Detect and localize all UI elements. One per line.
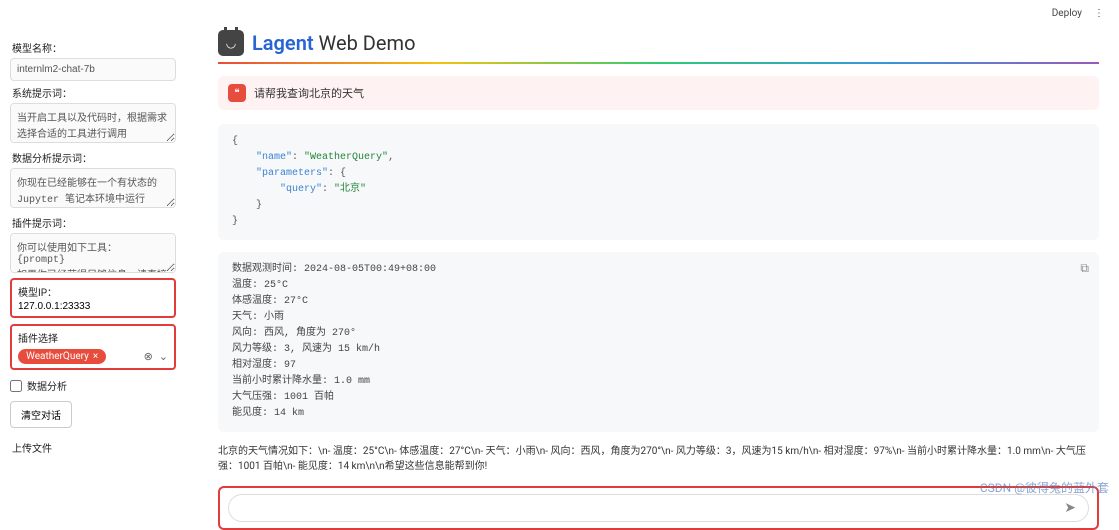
res-line: 数据观测时间: 2024-08-05T00:49+08:00 [232,262,1085,278]
res-line: 风力等级: 3, 风速为 15 km/h [232,342,1085,358]
page-title: Lagent Web Demo [252,31,415,55]
model-ip-box: 模型IP： [10,278,176,318]
da-checkbox[interactable] [10,380,22,392]
res-line: 天气: 小雨 [232,310,1085,326]
upload-label: 上传文件 [12,440,176,455]
send-icon[interactable]: ➤ [1064,500,1076,516]
da-prompt-label: 数据分析提示词： [12,150,176,165]
user-message-text: 请帮我查询北京的天气 [254,85,364,101]
chat-input-container: ➤ [218,486,1099,530]
model-name-input[interactable] [10,58,176,81]
chevron-down-icon[interactable]: ⌄ [159,350,168,363]
res-line: 能见度: 14 km [232,406,1085,422]
plugin-prompt-textarea[interactable]: 你可以使用如下工具： {prompt} 如果你已经获得足够信息，请直接给出答案.… [10,233,176,273]
clear-all-icon[interactable]: ⊗ [144,350,153,363]
res-line: 风向: 西风, 角度为 270° [232,326,1085,342]
plugin-tag[interactable]: WeatherQuery × [18,349,106,364]
plugin-tag-remove-icon[interactable]: × [93,351,98,362]
tool-call-code: { "name": "WeatherQuery", "parameters": … [218,124,1099,240]
watermark: CSDN @彼得兔的蓝外套 [980,479,1109,496]
da-checkbox-label: 数据分析 [27,378,67,393]
copy-icon[interactable]: ⧉ [1080,260,1089,279]
robot-icon: ◡ [218,30,244,56]
da-prompt-textarea[interactable]: 你现在已经能够在一个有状态的 Jupyter 笔记本环境中运行 Python 代… [10,168,176,208]
plugin-prompt-label: 插件提示词： [12,215,176,230]
res-line: 体感温度: 27°C [232,294,1085,310]
sidebar: 模型名称： 系统提示词： 当开启工具以及代码时，根据需求选择合适的工具进行调用 … [0,0,188,500]
res-line: 温度: 25°C [232,278,1085,294]
system-prompt-textarea[interactable]: 当开启工具以及代码时，根据需求选择合适的工具进行调用 [10,103,176,143]
model-ip-input[interactable] [18,301,168,312]
model-name-label: 模型名称： [12,40,176,55]
res-line: 相对湿度: 97 [232,358,1085,374]
plugin-select-box: 插件选择 WeatherQuery × ⊗ ⌄ [10,324,176,370]
model-ip-label: 模型IP： [18,284,168,299]
res-line: 大气压强: 1001 百帕 [232,390,1085,406]
res-line: 当前小时累计降水量: 1.0 mm [232,374,1085,390]
main-panel: ◡ Lagent Web Demo ❝ 请帮我查询北京的天气 { "name":… [188,0,1119,500]
assistant-summary: 北京的天气情况如下：\n- 温度：25°C\n- 体感温度：27°C\n- 天气… [218,444,1099,474]
quote-icon: ❝ [228,84,246,102]
tool-result-block: ⧉ 数据观测时间: 2024-08-05T00:49+08:00 温度: 25°… [218,252,1099,432]
system-prompt-label: 系统提示词： [12,85,176,100]
chat-input[interactable] [241,499,1064,517]
plugin-select-label: 插件选择 [18,330,168,345]
plugin-tag-label: WeatherQuery [26,351,89,362]
user-message: ❝ 请帮我查询北京的天气 [218,76,1099,110]
clear-chat-button[interactable]: 清空对话 [10,401,72,428]
divider [218,62,1099,64]
